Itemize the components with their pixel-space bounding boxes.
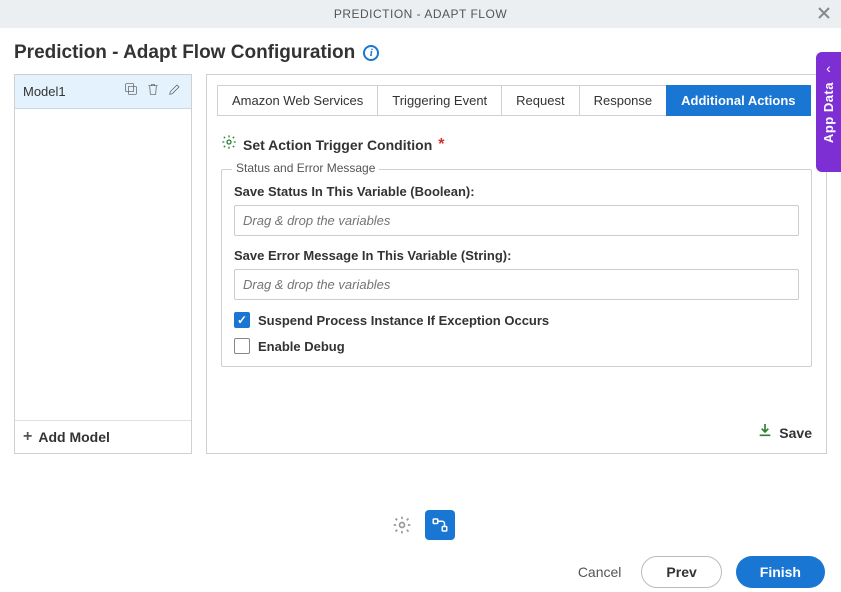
required-marker: * [438,136,444,154]
action-heading: Set Action Trigger Condition [243,137,432,153]
tab-triggering-event[interactable]: Triggering Event [377,85,502,116]
debug-label: Enable Debug [258,339,345,354]
header: Prediction - Adapt Flow Configuration i [0,28,841,74]
debug-checkbox[interactable] [234,338,250,354]
finish-button[interactable]: Finish [736,556,825,588]
titlebar-text: PREDICTION - ADAPT FLOW [334,7,507,21]
status-error-fieldset: Status and Error Message Save Status In … [221,169,812,367]
content-panel: Amazon Web Services Triggering Event Req… [206,74,827,454]
page-title: Prediction - Adapt Flow Configuration [14,42,355,64]
suspend-checkbox[interactable] [234,312,250,328]
titlebar: PREDICTION - ADAPT FLOW [0,0,841,28]
tab-additional-actions[interactable]: Additional Actions [666,85,810,116]
models-sidebar: Model1 + Add Model [14,74,192,454]
plus-icon: + [23,429,32,445]
gear-icon[interactable] [221,134,237,155]
app-data-label: App Data [821,82,836,143]
bottom-icon-bar [0,510,841,540]
flow-icon[interactable] [425,510,455,540]
info-icon[interactable]: i [363,45,379,61]
tab-aws[interactable]: Amazon Web Services [217,85,378,116]
cancel-button[interactable]: Cancel [572,563,628,581]
tabs: Amazon Web Services Triggering Event Req… [217,85,816,116]
chevron-left-icon: ‹ [826,60,831,76]
prev-button[interactable]: Prev [641,556,721,588]
error-variable-label: Save Error Message In This Variable (Str… [234,248,799,263]
action-heading-row: Set Action Trigger Condition * [221,134,812,155]
suspend-label: Suspend Process Instance If Exception Oc… [258,313,549,328]
delete-icon[interactable] [145,81,161,102]
download-icon [757,422,773,443]
edit-icon[interactable] [167,81,183,102]
settings-icon[interactable] [387,510,417,540]
add-model-button[interactable]: + Add Model [15,420,191,453]
copy-icon[interactable] [123,81,139,102]
tab-request[interactable]: Request [501,85,579,116]
save-button[interactable]: Save [757,422,812,443]
add-model-label: Add Model [38,429,110,445]
status-variable-input[interactable] [234,205,799,236]
tab-response[interactable]: Response [579,85,668,116]
model-row[interactable]: Model1 [15,75,191,109]
model-name: Model1 [23,84,66,99]
save-label: Save [779,425,812,441]
app-data-tab[interactable]: ‹ App Data [816,52,841,172]
fieldset-legend: Status and Error Message [232,161,379,175]
bottom-buttons: Cancel Prev Finish [572,556,825,588]
status-variable-label: Save Status In This Variable (Boolean): [234,184,799,199]
close-icon[interactable] [817,6,831,25]
error-variable-input[interactable] [234,269,799,300]
